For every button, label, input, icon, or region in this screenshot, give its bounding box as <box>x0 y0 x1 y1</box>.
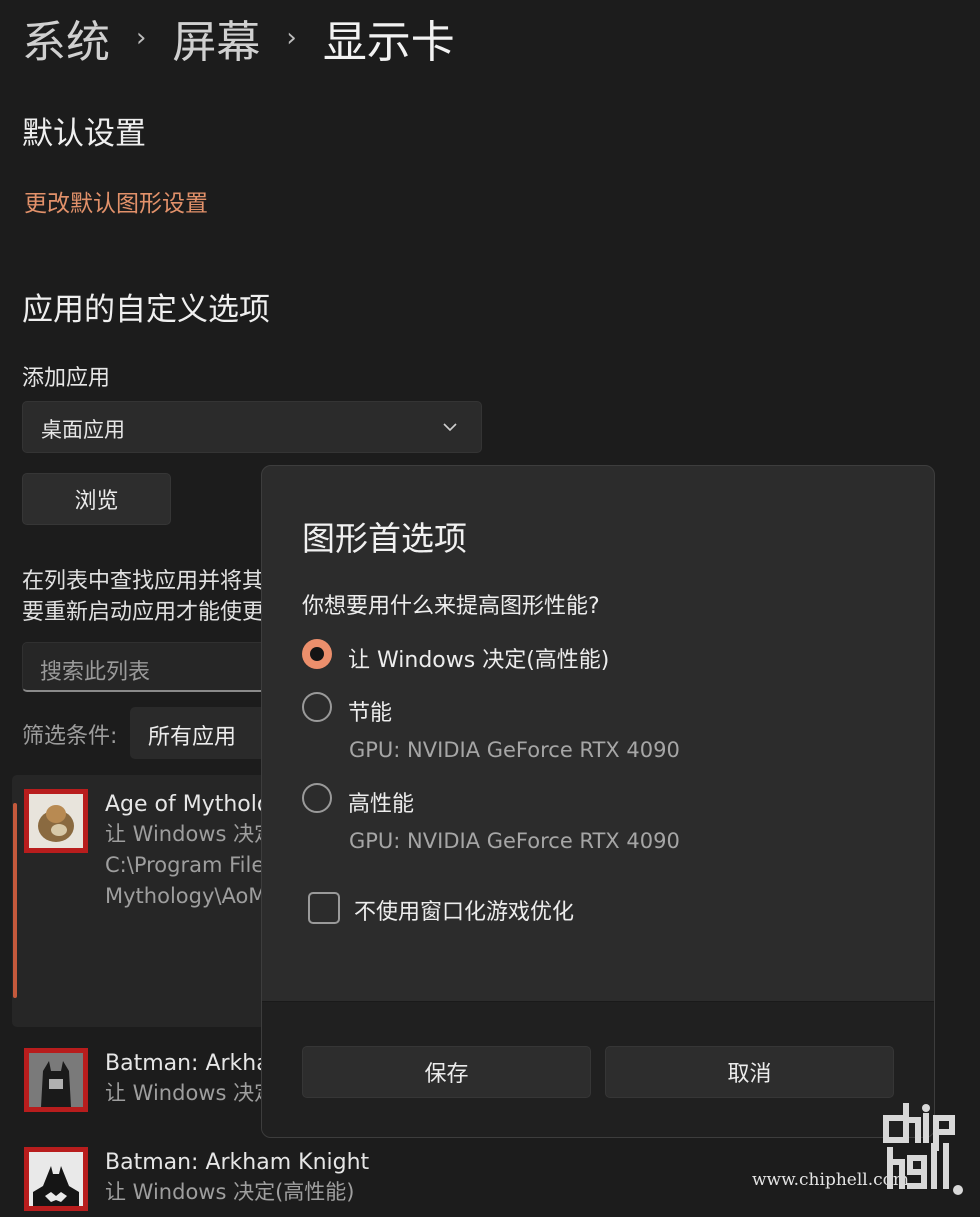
breadcrumb-separator: › <box>286 23 297 53</box>
app-name: Age of Mytholo <box>105 792 263 817</box>
change-default-graphics-link[interactable]: 更改默认图形设置 <box>24 184 208 218</box>
page-title: 显示卡 <box>322 17 455 68</box>
windowed-optimization-label[interactable]: 不使用窗口化游戏优化 <box>354 894 574 926</box>
option-windows-decide-label[interactable]: 让 Windows 决定(高性能) <box>348 642 609 674</box>
app-gpu-preference: 让 Windows 决定(高性能) <box>105 1180 355 1204</box>
option-high-performance-gpu: GPU: NVIDIA GeForce RTX 4090 <box>349 829 680 853</box>
filter-value: 所有应用 <box>148 725 237 750</box>
browse-button[interactable]: 浏览 <box>22 473 171 525</box>
app-list-description-line2: 要重新启动应用才能使更 <box>22 600 265 625</box>
app-name: Batman: Arkham Knight <box>105 1150 370 1175</box>
option-high-performance-label[interactable]: 高性能 <box>348 786 414 818</box>
dialog-title: 图形首选项 <box>302 519 467 558</box>
option-power-saving-label[interactable]: 节能 <box>348 695 392 727</box>
batman-arkham-icon <box>24 1048 88 1112</box>
batman-arkham-knight-icon <box>24 1147 88 1211</box>
graphics-preference-dialog: 图形首选项 你想要用什么来提高图形性能? 让 Windows 决定(高性能) 节… <box>261 465 935 1138</box>
age-of-mythology-icon <box>24 789 88 853</box>
chiphell-logo-icon <box>883 1103 963 1195</box>
app-gpu-preference: 让 Windows 决定 <box>105 1081 263 1105</box>
filter-dropdown[interactable]: 所有应用 <box>130 707 270 759</box>
breadcrumb: 系统 › 屏幕 › 显示卡 <box>22 8 455 68</box>
add-app-label: 添加应用 <box>22 366 111 391</box>
app-details: Batman: Arkham Knight 让 Windows 决定(高性能) <box>105 1150 369 1208</box>
app-path: C:\Program File <box>105 853 263 877</box>
breadcrumb-item-system[interactable]: 系统 <box>22 6 110 70</box>
breadcrumb-item-display[interactable]: 屏幕 <box>172 6 260 70</box>
chevron-down-icon <box>443 423 457 432</box>
app-details: Batman: Arkhan 让 Windows 决定 <box>105 1051 263 1109</box>
save-button[interactable]: 保存 <box>302 1046 591 1098</box>
cancel-button[interactable]: 取消 <box>605 1046 894 1098</box>
default-settings-title: 默认设置 <box>22 116 146 152</box>
search-placeholder: 搜索此列表 <box>40 660 151 685</box>
dialog-question: 你想要用什么来提高图形性能? <box>302 594 600 619</box>
app-path: Mythology\AoM <box>105 884 263 908</box>
radio-power-saving[interactable] <box>302 692 332 722</box>
breadcrumb-separator: › <box>136 23 147 53</box>
app-type-dropdown-value: 桌面应用 <box>41 418 125 442</box>
radio-windows-decide[interactable] <box>302 639 332 669</box>
app-list-description-line1: 在列表中查找应用并将其 <box>22 569 265 594</box>
app-type-dropdown[interactable]: 桌面应用 <box>22 401 482 453</box>
radio-high-performance[interactable] <box>302 783 332 813</box>
app-name: Batman: Arkhan <box>105 1051 263 1076</box>
search-input[interactable]: 搜索此列表 <box>22 642 272 692</box>
windowed-optimization-checkbox[interactable] <box>308 892 340 924</box>
filter-label: 筛选条件: <box>22 724 118 749</box>
selection-indicator <box>13 803 17 998</box>
app-list-description: 在列表中查找应用并将其 要重新启动应用才能使更 <box>22 566 267 630</box>
app-gpu-preference: 让 Windows 决定 <box>105 822 263 846</box>
app-details: Age of Mytholo 让 Windows 决定 C:\Program F… <box>105 792 263 912</box>
option-power-saving-gpu: GPU: NVIDIA GeForce RTX 4090 <box>349 738 680 762</box>
custom-options-title: 应用的自定义选项 <box>22 292 270 328</box>
